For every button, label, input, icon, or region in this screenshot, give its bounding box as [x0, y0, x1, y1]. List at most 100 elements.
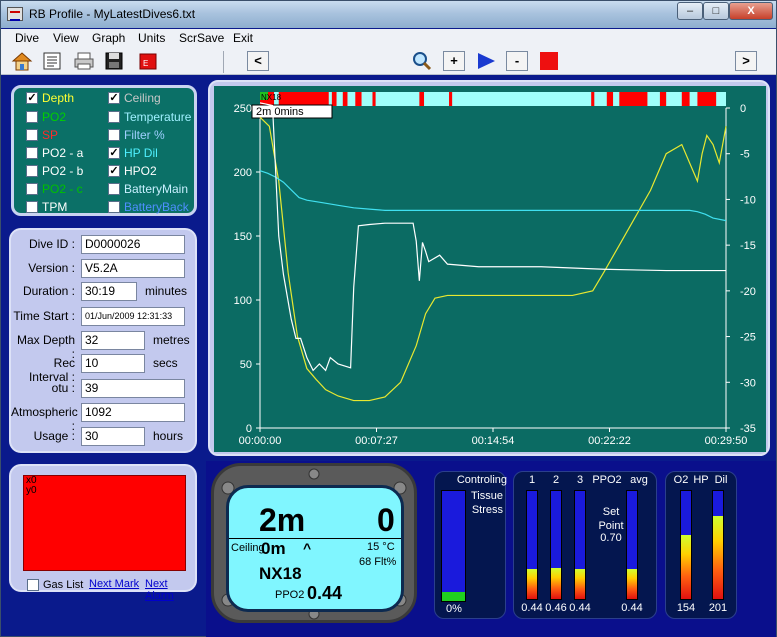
dive-info-field[interactable]: 1092: [81, 403, 185, 422]
x-tick-label: 00:22:22: [588, 435, 631, 447]
graph-option-label: PO2 - c: [42, 182, 83, 196]
tissue-stress-bar: [441, 490, 466, 602]
gas-list-checkbox[interactable]: [27, 579, 39, 591]
dive-info-field[interactable]: V5.2A: [81, 259, 185, 278]
ppo2-label: PPO2: [275, 589, 305, 601]
menu-view[interactable]: View: [53, 31, 79, 45]
printer-icon[interactable]: [73, 51, 95, 71]
checkbox[interactable]: [108, 201, 120, 213]
tissue-stress-fill: [442, 592, 465, 601]
dive-info-field[interactable]: 01/Jun/2009 12:31:33: [81, 307, 185, 326]
checkbox[interactable]: ✓: [26, 92, 38, 104]
graph-option-po2-a[interactable]: PO2 - a: [26, 146, 83, 160]
menu-graph[interactable]: Graph: [92, 31, 125, 45]
graph-option-po2-c[interactable]: PO2 - c: [26, 182, 83, 196]
checkbox[interactable]: [26, 111, 38, 123]
checkbox[interactable]: [26, 129, 38, 141]
dive-info-unit: secs: [153, 356, 178, 370]
hp-bar-fill: [713, 515, 723, 599]
menu-scrsave[interactable]: ScrSave: [179, 31, 224, 45]
graph-option-hpo2[interactable]: ✓ HPO2: [108, 164, 157, 178]
hp-header-hp: HP: [693, 474, 709, 486]
toolbar: E < + - >: [1, 47, 776, 75]
ppo2-bar-fill: [575, 569, 585, 599]
graph-option-filter[interactable]: Filter %: [108, 128, 165, 142]
checkbox[interactable]: ✓: [108, 165, 120, 177]
depth-readout: 2m: [259, 502, 306, 538]
graph-option-label: PO2 - b: [42, 164, 84, 178]
alarm-mark: [342, 92, 348, 106]
ceiling-value: 0m: [261, 539, 286, 558]
notes-icon[interactable]: [41, 51, 63, 71]
graph-option-label: Temperature: [124, 110, 192, 124]
checkbox[interactable]: [26, 165, 38, 177]
hp-value: 154: [676, 602, 696, 614]
graph-option-depth[interactable]: ✓ Depth: [26, 91, 74, 105]
graph-option-tpm[interactable]: TPM: [26, 200, 67, 214]
dive-info-field[interactable]: 30: [81, 427, 145, 446]
next-button[interactable]: >: [735, 51, 757, 71]
zoom-icon[interactable]: [411, 51, 433, 71]
minimize-button[interactable]: –: [677, 2, 703, 20]
checkbox[interactable]: [108, 129, 120, 141]
checkbox[interactable]: ✓: [108, 147, 120, 159]
next-mark-link[interactable]: Next Mark: [89, 578, 139, 590]
prev-button[interactable]: <: [247, 51, 269, 71]
dive-info-unit: minutes: [145, 284, 188, 298]
menu-exit[interactable]: Exit: [233, 31, 253, 45]
dive-profile-chart[interactable]: 250 200 150 100 50 0 0 -5 -10 -15 -20 -25 -30 -35 00:0…: [214, 86, 766, 452]
alarm-mark: [659, 92, 667, 106]
graph-option-batterymain[interactable]: BatteryMain: [108, 182, 188, 196]
graph-option-ceiling[interactable]: ✓ Ceiling: [108, 91, 161, 105]
next-alarm-link[interactable]: Next Alarm: [145, 578, 195, 602]
play-icon[interactable]: [475, 51, 497, 71]
checkbox[interactable]: [26, 201, 38, 213]
ppo2-value: 0.44: [569, 602, 591, 614]
graph-option-temperature[interactable]: Temperature: [108, 110, 191, 124]
hp-bar: [680, 490, 692, 600]
checkbox[interactable]: [26, 147, 38, 159]
ppo2-bar-fill: [627, 569, 637, 599]
zoom-in-button[interactable]: +: [443, 51, 465, 71]
y-left-tick-label: 50: [240, 359, 252, 371]
dive-info-unit: hours: [153, 429, 184, 443]
ppo2-header-1: 1: [528, 474, 536, 486]
export-icon[interactable]: E: [137, 51, 159, 71]
title-bar[interactable]: RB Profile - MyLatestDives6.txt – □ X: [1, 1, 776, 28]
graph-option-sp[interactable]: SP: [26, 128, 58, 142]
y-left-tick-label: 250: [234, 103, 252, 115]
ppo2-header-2: 2: [552, 474, 560, 486]
home-icon[interactable]: [11, 51, 33, 71]
stop-icon[interactable]: [538, 51, 560, 71]
checkbox[interactable]: ✓: [108, 92, 120, 104]
checkbox[interactable]: [108, 111, 120, 123]
dive-info-field[interactable]: 39: [81, 379, 185, 398]
dive-info-field[interactable]: 30:19: [81, 282, 137, 301]
maximize-button[interactable]: □: [703, 2, 729, 20]
y-right-tick-label: -20: [740, 286, 756, 298]
time-readout: 0: [377, 502, 395, 538]
graph-option-po2[interactable]: PO2: [26, 110, 66, 124]
gas-readout: NX18: [259, 564, 302, 583]
zoom-out-button[interactable]: -: [506, 51, 528, 71]
graph-option-batteryback[interactable]: BatteryBack: [108, 200, 189, 214]
graph-option-label: TPM: [42, 200, 68, 214]
screen-divider: [229, 538, 401, 539]
menu-dive[interactable]: Dive: [15, 31, 39, 45]
graph-option-po2-b[interactable]: PO2 - b: [26, 164, 83, 178]
checkbox[interactable]: [108, 183, 120, 195]
tissue-stress-value: 0%: [446, 603, 462, 615]
menu-units[interactable]: Units: [138, 31, 165, 45]
checkbox[interactable]: [26, 183, 38, 195]
dive-info-field[interactable]: 10: [81, 354, 145, 373]
save-icon[interactable]: [103, 51, 125, 71]
dive-info-field[interactable]: 32: [81, 331, 145, 350]
graph-option-hp-dil[interactable]: ✓ HP Dil: [108, 146, 158, 160]
gas-tag: NX18: [261, 93, 282, 102]
y-left-tick-label: 100: [234, 295, 252, 307]
flt-readout: 68 Flt%: [359, 556, 397, 568]
alarm-mark: [372, 92, 376, 106]
dive-info-field[interactable]: D0000026: [81, 235, 185, 254]
svg-text:E: E: [143, 59, 148, 68]
close-button[interactable]: X: [729, 2, 773, 20]
